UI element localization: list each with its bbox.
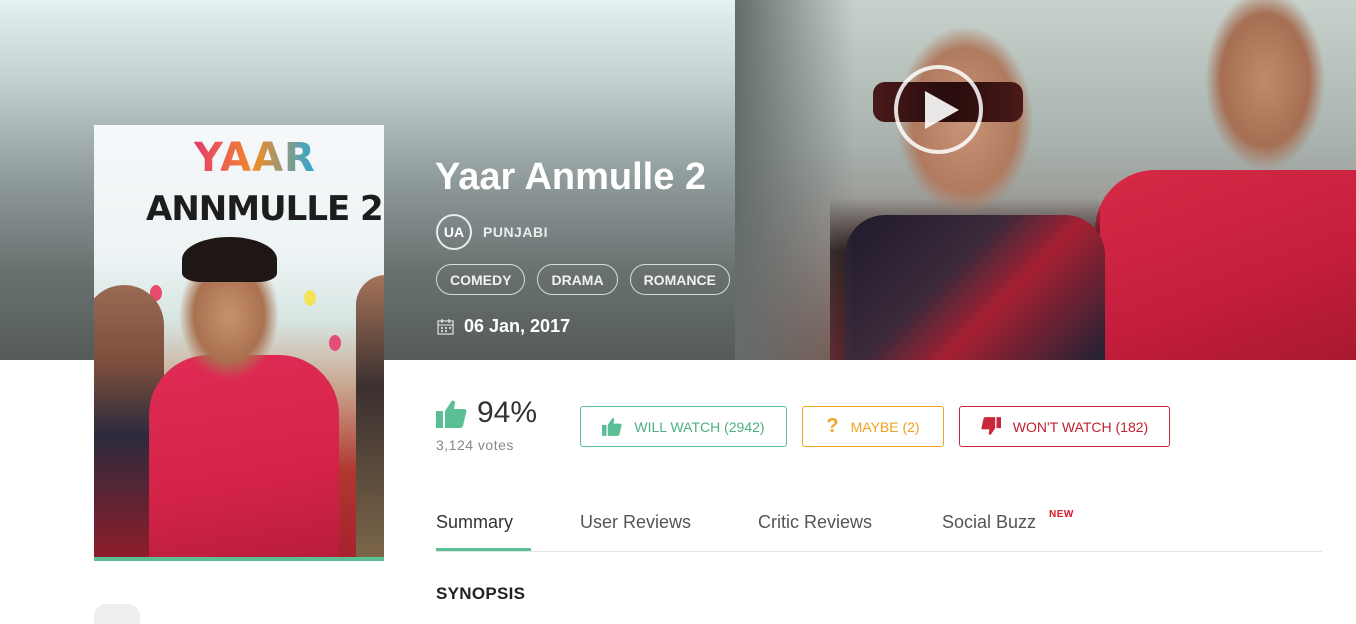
scroll-widget[interactable] (94, 604, 140, 624)
movie-title: Yaar Anmulle 2 (435, 156, 707, 198)
tab-social-buzz[interactable]: Social Buzz (942, 512, 1036, 533)
hero-fade (735, 0, 855, 360)
calendar-icon (437, 319, 454, 335)
genre-list: COMEDY DRAMA ROMANCE (436, 264, 730, 295)
new-badge: NEW (1049, 509, 1074, 520)
question-icon: ? (826, 415, 839, 437)
release-date: 06 Jan, 2017 (464, 316, 571, 336)
active-tab-indicator (436, 548, 531, 551)
actor-right-shirt (1095, 170, 1356, 360)
actor-left-shirt (845, 215, 1105, 360)
poster-title-line2: ANNMULLE 2 (146, 189, 384, 229)
maybe-label: MAYBE (2) (850, 418, 920, 435)
content-tabs: Summary User Reviews Critic Reviews Soci… (436, 500, 1322, 552)
wont-watch-label: WON'T WATCH (182) (1012, 418, 1149, 435)
thumbs-up-icon (602, 418, 623, 436)
will-watch-label: WILL WATCH (2942) (634, 418, 765, 435)
play-trailer-button[interactable] (894, 65, 983, 154)
confetti (329, 335, 341, 351)
rating-percent: 94% (477, 396, 538, 429)
confetti (304, 290, 316, 306)
genre-romance[interactable]: ROMANCE (629, 264, 730, 295)
trailer-still[interactable] (735, 0, 1356, 360)
poster-accent-bar (94, 557, 384, 561)
wont-watch-button[interactable]: WON'T WATCH (182) (959, 406, 1170, 447)
release-info: 06 Jan, 2017 (437, 316, 570, 337)
tab-user-reviews[interactable]: User Reviews (580, 512, 691, 533)
audience-rating: 94% (436, 396, 537, 430)
movie-poster: YAAR ANNMULLE 2 (94, 125, 384, 558)
poster-title-line1: YAAR (194, 135, 316, 181)
genre-comedy[interactable]: COMEDY (436, 264, 526, 295)
poster-actor-hair (182, 237, 277, 282)
will-watch-button[interactable]: WILL WATCH (2942) (580, 406, 787, 447)
maybe-button[interactable]: ? MAYBE (2) (802, 406, 944, 447)
synopsis-heading: SYNOPSIS (436, 584, 526, 603)
tab-critic-reviews[interactable]: Critic Reviews (758, 512, 872, 533)
vote-count: 3,124 votes (436, 437, 514, 453)
poster-actor-shirt (149, 355, 339, 558)
language-label: PUNJABI (483, 224, 548, 240)
genre-drama[interactable]: DRAMA (537, 264, 618, 295)
thumbs-down-icon (981, 417, 1001, 435)
certificate-badge: UA (436, 214, 472, 250)
tab-summary[interactable]: Summary (436, 512, 513, 533)
play-icon (924, 90, 959, 129)
poster-actor-right (356, 275, 384, 558)
thumbs-up-icon (436, 400, 467, 428)
